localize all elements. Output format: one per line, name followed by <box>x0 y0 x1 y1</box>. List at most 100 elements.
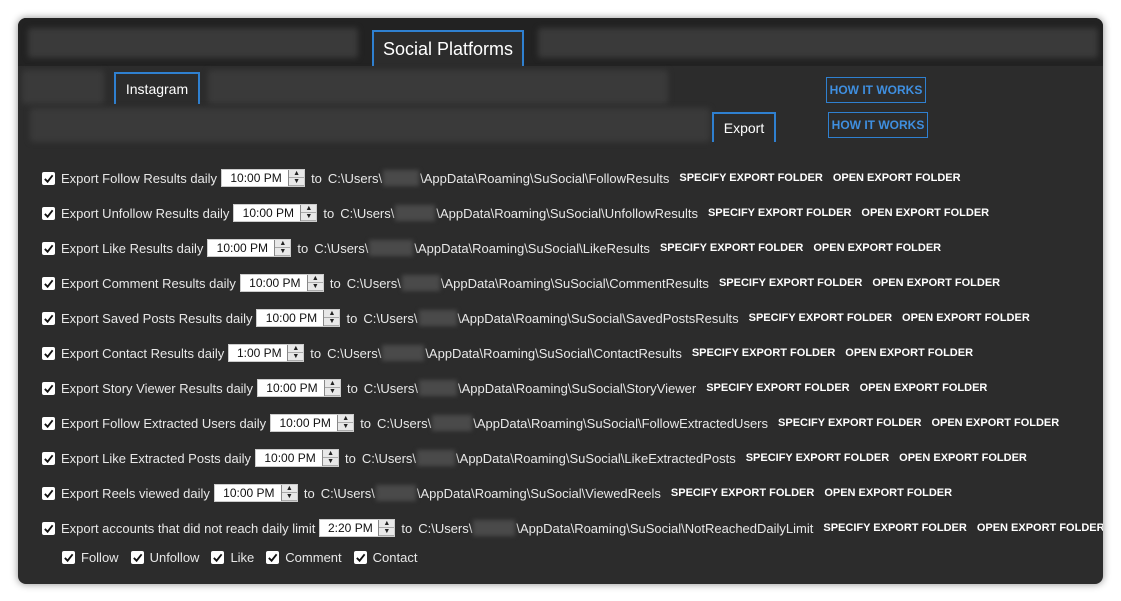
path-folder: FollowResults <box>588 170 670 186</box>
export-path: C:\Users\ \AppData\Roaming\SuSocial\ Comme… <box>347 275 709 291</box>
path-folder: LikeExtractedPosts <box>624 450 736 466</box>
time-spinner[interactable]: ▲ ▼ <box>300 205 317 221</box>
time-picker[interactable]: 10:00 PM ▲ ▼ <box>221 169 306 187</box>
time-spinner[interactable]: ▲ ▼ <box>322 450 339 466</box>
time-picker[interactable]: 10:00 PM ▲ ▼ <box>239 274 324 292</box>
path-prefix: C:\Users\ <box>320 485 375 501</box>
tab-social-platforms[interactable]: Social Platforms <box>372 30 524 66</box>
specify-export-folder-button[interactable]: SPECIFY EXPORT FOLDER <box>671 487 814 499</box>
open-export-folder-button[interactable]: OPEN EXPORT FOLDER <box>931 417 1059 429</box>
spin-up-icon[interactable]: ▲ <box>281 485 297 493</box>
spin-up-icon[interactable]: ▲ <box>324 380 340 388</box>
export-checkbox[interactable] <box>42 206 55 220</box>
time-spinner[interactable]: ▲ ▼ <box>306 275 323 291</box>
time-picker[interactable]: 10:00 PM ▲ ▼ <box>270 414 355 432</box>
spin-up-icon[interactable]: ▲ <box>323 450 339 458</box>
sub-option-checkbox[interactable] <box>353 551 367 564</box>
spin-down-icon[interactable]: ▼ <box>289 178 305 186</box>
time-spinner[interactable]: ▲ ▼ <box>337 415 354 431</box>
time-spinner[interactable]: ▲ ▼ <box>323 310 340 326</box>
spin-up-icon[interactable]: ▲ <box>307 275 323 283</box>
specify-export-folder-button[interactable]: SPECIFY EXPORT FOLDER <box>706 382 849 394</box>
spin-down-icon[interactable]: ▼ <box>338 423 354 431</box>
time-picker[interactable]: 1:00 PM ▲ ▼ <box>228 344 305 362</box>
tab-instagram[interactable]: Instagram <box>114 72 200 104</box>
specify-export-folder-button[interactable]: SPECIFY EXPORT FOLDER <box>679 172 822 184</box>
sub-option-checkbox[interactable] <box>62 551 75 564</box>
spin-up-icon[interactable]: ▲ <box>379 520 395 528</box>
export-checkbox[interactable] <box>42 241 55 255</box>
spin-down-icon[interactable]: ▼ <box>379 528 395 536</box>
spin-down-icon[interactable]: ▼ <box>275 248 291 256</box>
spin-down-icon[interactable]: ▼ <box>301 213 317 221</box>
sub-option-like[interactable]: Like <box>211 550 254 565</box>
export-checkbox[interactable] <box>42 381 55 395</box>
spin-down-icon[interactable]: ▼ <box>324 388 340 396</box>
sub-option-unfollow[interactable]: Unfollow <box>130 550 199 565</box>
spin-up-icon[interactable]: ▲ <box>288 345 304 353</box>
open-export-folder-button[interactable]: OPEN EXPORT FOLDER <box>860 382 988 394</box>
spin-down-icon[interactable]: ▼ <box>281 493 297 501</box>
specify-export-folder-button[interactable]: SPECIFY EXPORT FOLDER <box>778 417 921 429</box>
spin-down-icon[interactable]: ▼ <box>323 458 339 466</box>
spin-up-icon[interactable]: ▲ <box>338 415 354 423</box>
how-it-works-button-export[interactable]: HOW IT WORKS <box>828 112 928 138</box>
open-export-folder-button[interactable]: OPEN EXPORT FOLDER <box>977 522 1103 534</box>
time-picker[interactable]: 10:00 PM ▲ ▼ <box>233 204 318 222</box>
open-export-folder-button[interactable]: OPEN EXPORT FOLDER <box>902 312 1030 324</box>
time-spinner[interactable]: ▲ ▼ <box>280 485 297 501</box>
export-path: C:\Users\ \AppData\Roaming\SuSocial\ LikeE… <box>362 450 736 466</box>
open-export-folder-button[interactable]: OPEN EXPORT FOLDER <box>845 347 973 359</box>
spin-down-icon[interactable]: ▼ <box>324 318 340 326</box>
time-spinner[interactable]: ▲ ▼ <box>323 380 340 396</box>
sub-option-checkbox[interactable] <box>266 551 280 564</box>
time-picker[interactable]: 10:00 PM ▲ ▼ <box>213 484 298 502</box>
export-checkbox[interactable] <box>42 486 55 500</box>
specify-export-folder-button[interactable]: SPECIFY EXPORT FOLDER <box>719 277 862 289</box>
open-export-folder-button[interactable]: OPEN EXPORT FOLDER <box>899 452 1027 464</box>
open-export-folder-button[interactable]: OPEN EXPORT FOLDER <box>833 172 961 184</box>
export-row: Export accounts that did not reach daily… <box>42 516 1103 540</box>
time-picker[interactable]: 10:00 PM ▲ ▼ <box>256 379 341 397</box>
time-picker[interactable]: 2:20 PM ▲ ▼ <box>319 519 396 537</box>
spin-up-icon[interactable]: ▲ <box>301 205 317 213</box>
time-spinner[interactable]: ▲ ▼ <box>274 240 291 256</box>
time-spinner[interactable]: ▲ ▼ <box>287 345 304 361</box>
time-picker[interactable]: 10:00 PM ▲ ▼ <box>255 449 340 467</box>
specify-export-folder-button[interactable]: SPECIFY EXPORT FOLDER <box>692 347 835 359</box>
sub-option-comment[interactable]: Comment <box>266 550 342 565</box>
time-picker[interactable]: 10:00 PM ▲ ▼ <box>207 239 292 257</box>
export-checkbox[interactable] <box>42 521 55 535</box>
time-spinner[interactable]: ▲ ▼ <box>378 520 395 536</box>
spin-down-icon[interactable]: ▼ <box>307 283 323 291</box>
how-it-works-button[interactable]: HOW IT WORKS <box>826 77 926 103</box>
specify-export-folder-button[interactable]: SPECIFY EXPORT FOLDER <box>823 522 966 534</box>
export-checkbox[interactable] <box>42 346 55 360</box>
specify-export-folder-button[interactable]: SPECIFY EXPORT FOLDER <box>749 312 892 324</box>
spin-up-icon[interactable]: ▲ <box>275 240 291 248</box>
spin-down-icon[interactable]: ▼ <box>288 353 304 361</box>
export-checkbox[interactable] <box>42 416 55 430</box>
open-export-folder-button[interactable]: OPEN EXPORT FOLDER <box>861 207 989 219</box>
specify-export-folder-button[interactable]: SPECIFY EXPORT FOLDER <box>660 242 803 254</box>
export-checkbox[interactable] <box>42 276 55 290</box>
tab-export[interactable]: Export <box>712 112 776 142</box>
spin-up-icon[interactable]: ▲ <box>289 170 305 178</box>
sub-option-checkbox[interactable] <box>211 551 225 564</box>
sub-option-contact[interactable]: Contact <box>353 550 417 565</box>
sub-option-checkbox[interactable] <box>130 551 144 564</box>
redacted-tabs-right <box>538 28 1098 58</box>
open-export-folder-button[interactable]: OPEN EXPORT FOLDER <box>872 277 1000 289</box>
spin-up-icon[interactable]: ▲ <box>324 310 340 318</box>
open-export-folder-button[interactable]: OPEN EXPORT FOLDER <box>824 487 952 499</box>
time-picker[interactable]: 10:00 PM ▲ ▼ <box>256 309 341 327</box>
time-value: 2:20 PM <box>328 521 373 535</box>
specify-export-folder-button[interactable]: SPECIFY EXPORT FOLDER <box>708 207 851 219</box>
export-checkbox[interactable] <box>42 171 55 185</box>
export-checkbox[interactable] <box>42 451 55 465</box>
sub-option-follow[interactable]: Follow <box>62 550 119 565</box>
specify-export-folder-button[interactable]: SPECIFY EXPORT FOLDER <box>746 452 889 464</box>
time-spinner[interactable]: ▲ ▼ <box>288 170 305 186</box>
export-checkbox[interactable] <box>42 311 55 325</box>
open-export-folder-button[interactable]: OPEN EXPORT FOLDER <box>813 242 941 254</box>
